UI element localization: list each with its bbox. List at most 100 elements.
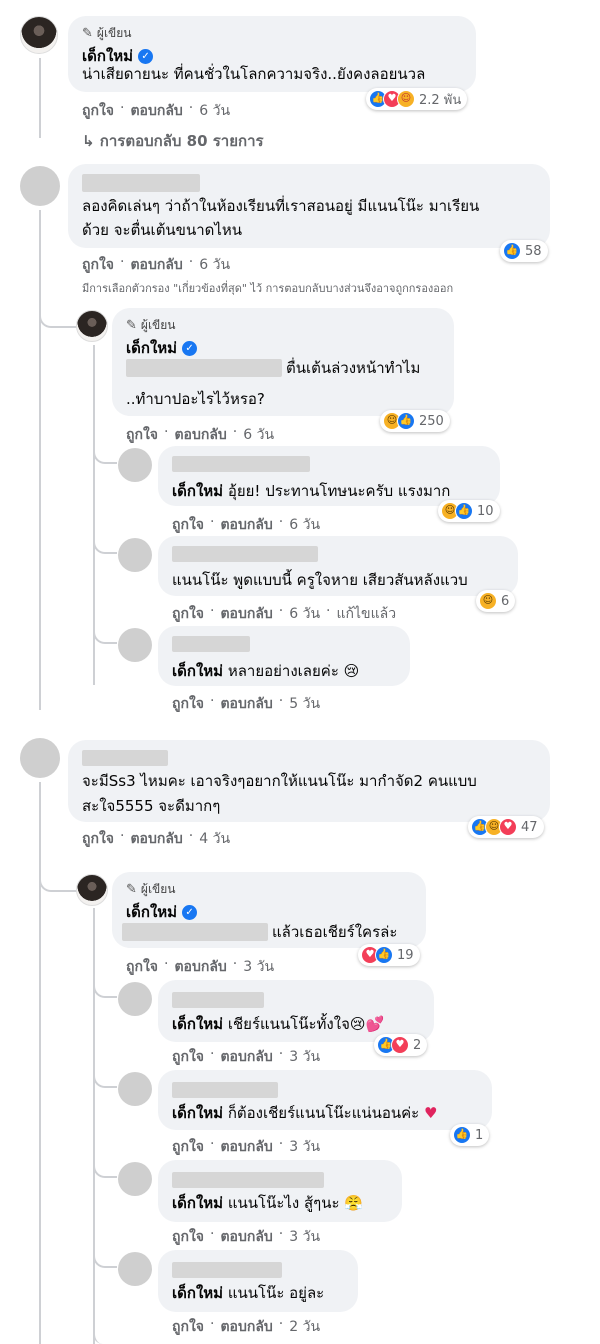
author-avatar[interactable] xyxy=(20,16,58,54)
commenter-avatar[interactable] xyxy=(118,1072,152,1106)
reply-button[interactable]: ตอบกลับ xyxy=(220,603,272,625)
separator-dot: · xyxy=(164,424,169,440)
commenter-avatar[interactable] xyxy=(118,448,152,482)
reply-button[interactable]: ตอบกลับ xyxy=(130,254,182,276)
comment-text-label: หลายอย่างเลยค่ะ xyxy=(227,662,339,680)
comment-text-line: ด้วย จะตื่นเต้นขนาดไหน xyxy=(82,217,242,243)
author-avatar[interactable] xyxy=(76,310,108,342)
separator-dot: · xyxy=(210,1226,215,1242)
love-reaction-icon: ♥ xyxy=(391,1036,409,1054)
commenter-avatar[interactable] xyxy=(118,1162,152,1196)
timestamp[interactable]: 6 วัน xyxy=(243,424,274,446)
reply-button[interactable]: ตอบกลับ xyxy=(130,828,182,850)
timestamp[interactable]: 6 วัน xyxy=(289,603,320,625)
separator-dot: · xyxy=(188,828,194,844)
mention-name[interactable]: เด็กใหม่ xyxy=(172,1194,223,1212)
reply-button[interactable]: ตอบกลับ xyxy=(220,514,272,536)
reaction-summary[interactable]: ☺ 👍 250 xyxy=(380,410,450,432)
reaction-count: 58 xyxy=(525,243,542,259)
reply-connector xyxy=(93,620,117,644)
timestamp[interactable]: 3 วัน xyxy=(289,1226,320,1248)
reaction-summary[interactable]: ♥ 👍 19 xyxy=(358,944,420,966)
reply-button[interactable]: ตอบกลับ xyxy=(220,1316,272,1338)
like-reaction-icon: 👍 xyxy=(503,242,521,260)
author-tag-label: ผู้เขียน xyxy=(140,882,176,896)
mention-name[interactable]: เด็กใหม่ xyxy=(172,1015,223,1033)
mention-name[interactable]: เด็กใหม่ xyxy=(172,1284,223,1302)
author-avatar[interactable] xyxy=(76,874,108,906)
commenter-name-label[interactable]: เด็กใหม่ xyxy=(126,336,177,360)
reply-button[interactable]: ตอบกลับ xyxy=(220,1046,272,1068)
timestamp[interactable]: 4 วัน xyxy=(199,828,230,850)
comment-actions: ถูกใจ · ตอบกลับ · 6 วัน xyxy=(82,254,230,276)
commenter-avatar[interactable] xyxy=(118,982,152,1016)
mention-name[interactable]: เด็กใหม่ xyxy=(172,1104,223,1122)
commenter-name[interactable]: เด็กใหม่ ✓ xyxy=(126,336,198,360)
commenter-avatar[interactable] xyxy=(118,1252,152,1286)
reply-connector xyxy=(93,440,117,464)
like-button[interactable]: ถูกใจ xyxy=(172,1046,204,1068)
like-button[interactable]: ถูกใจ xyxy=(172,603,204,625)
mention-name[interactable]: เด็กใหม่ xyxy=(172,662,223,680)
thread-line xyxy=(39,210,41,710)
reaction-summary[interactable]: 👍 ♥ ☺ 2.2 พัน xyxy=(366,88,468,110)
commenter-avatar[interactable] xyxy=(20,738,60,778)
comment-text: เด็กใหม่ หลายอย่างเลยค่ะ 😢 xyxy=(172,658,359,684)
reaction-summary[interactable]: 👍 ☺ ♥ 47 xyxy=(468,816,544,838)
reaction-summary[interactable]: ☺ 6 xyxy=(476,590,516,612)
comment-text-label: แนนโน๊ะ พูดแบบนี้ ครูใจหาย เสียวสันหลังแ… xyxy=(172,571,468,589)
like-reaction-icon: 👍 xyxy=(375,946,393,964)
reaction-count: 19 xyxy=(397,947,414,963)
reply-button[interactable]: ตอบกลับ xyxy=(220,1226,272,1248)
reply-button[interactable]: ตอบกลับ xyxy=(220,1136,272,1158)
comment-text-label: ..ทำบาปอะไรไว้หรอ? xyxy=(126,390,265,408)
like-button[interactable]: ถูกใจ xyxy=(126,424,158,446)
comment-text-label: สะใจ5555 จะดีมากๆ xyxy=(82,797,221,815)
haha-reaction-icon: ☺ xyxy=(479,592,497,610)
like-button[interactable]: ถูกใจ xyxy=(172,514,204,536)
reply-button[interactable]: ตอบกลับ xyxy=(174,424,226,446)
like-button[interactable]: ถูกใจ xyxy=(82,254,114,276)
reaction-summary[interactable]: ☺ 👍 10 xyxy=(438,500,500,522)
author-tag-label: ผู้เขียน xyxy=(140,318,176,332)
reply-connector xyxy=(93,1154,117,1178)
author-tag: ✎ ผู้เขียน xyxy=(82,24,131,43)
timestamp[interactable]: 6 วัน xyxy=(199,254,230,276)
view-replies-link[interactable]: ↳ การตอบกลับ 80 รายการ xyxy=(82,129,264,153)
hidden-name-placeholder xyxy=(172,1172,324,1188)
reaction-count: 47 xyxy=(521,819,538,835)
timestamp[interactable]: 3 วัน xyxy=(289,1046,320,1068)
commenter-name-label[interactable]: เด็กใหม่ xyxy=(126,900,177,924)
timestamp[interactable]: 6 วัน xyxy=(199,100,230,122)
mention-name[interactable]: เด็กใหม่ xyxy=(172,482,223,500)
reply-button[interactable]: ตอบกลับ xyxy=(130,100,182,122)
comment-text: น่าเสียดายนะ ที่คนชั่วในโลกความจริง..ยัง… xyxy=(82,61,425,87)
timestamp[interactable]: 3 วัน xyxy=(289,1136,320,1158)
like-button[interactable]: ถูกใจ xyxy=(82,100,114,122)
comment-text-label: น่าเสียดายนะ ที่คนชั่วในโลกความจริง..ยัง… xyxy=(82,65,426,83)
reaction-summary[interactable]: 👍 58 xyxy=(500,240,548,262)
view-replies-label[interactable]: ↳ การตอบกลับ 80 รายการ xyxy=(82,132,264,150)
separator-dot: · xyxy=(120,828,125,844)
reply-connector xyxy=(39,862,77,892)
author-tag-label: ผู้เขียน xyxy=(96,26,132,40)
commenter-avatar[interactable] xyxy=(20,166,60,206)
separator-dot: · xyxy=(278,514,284,530)
commenter-avatar[interactable] xyxy=(118,628,152,662)
timestamp[interactable]: 3 วัน xyxy=(243,956,274,978)
comment-actions: ถูกใจ · ตอบกลับ · 4 วัน xyxy=(82,828,230,850)
commenter-name[interactable]: เด็กใหม่ ✓ xyxy=(126,900,198,924)
timestamp[interactable]: 6 วัน xyxy=(289,514,320,536)
hidden-name-placeholder xyxy=(82,174,200,192)
reply-connector xyxy=(93,1244,117,1268)
reply-button[interactable]: ตอบกลับ xyxy=(174,956,226,978)
like-button[interactable]: ถูกใจ xyxy=(172,1226,204,1248)
reaction-summary[interactable]: 👍 1 xyxy=(450,1124,490,1146)
like-button[interactable]: ถูกใจ xyxy=(82,828,114,850)
like-button[interactable]: ถูกใจ xyxy=(126,956,158,978)
like-button[interactable]: ถูกใจ xyxy=(172,1316,204,1338)
commenter-avatar[interactable] xyxy=(118,538,152,572)
reaction-summary[interactable]: 👍 ♥ 2 xyxy=(374,1034,428,1056)
like-button[interactable]: ถูกใจ xyxy=(172,1136,204,1158)
timestamp[interactable]: 2 วัน xyxy=(289,1316,320,1338)
